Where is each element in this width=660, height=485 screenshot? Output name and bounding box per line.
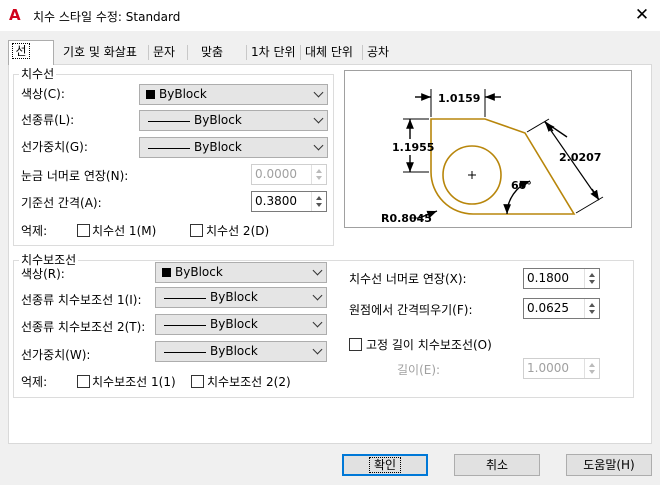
suppress-dimline2-checkbox[interactable] (190, 224, 203, 237)
tab-separator (246, 45, 247, 60)
fixed-length-label: 고정 길이 치수보조선(O) (366, 338, 492, 352)
chevron-down-icon (312, 344, 323, 355)
cancel-button[interactable]: 취소 (454, 454, 540, 476)
tab-tolerances[interactable]: 공차 (365, 42, 391, 64)
tab-alternate-units[interactable]: 대체 단위 (303, 42, 355, 64)
dim-linetype-label: 선종류(L): (21, 113, 75, 127)
suppress-extline1-checkbox[interactable] (77, 375, 90, 388)
baseline-spacing-label: 기준선 간격(A): (21, 196, 102, 210)
ext-suppress-label: 억제: (21, 375, 48, 389)
group-label-dimension-lines: 치수선 (19, 67, 57, 81)
extend-ticks-label: 눈금 너머로 연장(N): (21, 169, 129, 183)
line-sample (164, 352, 206, 353)
ext-lineweight-label: 선가중치(W): (21, 348, 91, 362)
line-sample (164, 298, 206, 299)
spin-up-icon (316, 196, 322, 200)
autocad-a-icon: A (9, 6, 21, 24)
tab-text[interactable]: 문자 (151, 42, 177, 64)
baseline-spacing-input[interactable]: 0.3800 (251, 191, 327, 212)
spin-down-icon (589, 280, 595, 284)
chevron-down-icon (312, 317, 323, 328)
tab-fit[interactable]: 맞춤 (199, 42, 225, 64)
line-sample (164, 325, 206, 326)
ext-linetype2-label: 선종류 치수보조선 2(T): (21, 320, 146, 334)
tab-lines[interactable]: 선 (8, 40, 54, 65)
preview-dim-top: 1.0159 (438, 92, 480, 105)
preview-dim-left: 1.1955 (392, 141, 434, 154)
extend-beyond-input[interactable]: 0.1800 (523, 268, 600, 289)
chevron-down-icon (313, 87, 324, 98)
suppress-dimline1-checkbox[interactable] (77, 224, 90, 237)
chevron-down-icon (313, 140, 324, 151)
tab-symbols-arrows[interactable]: 기호 및 화살표 (61, 42, 139, 64)
dim-color-dropdown[interactable]: ByBlock (139, 84, 328, 105)
extend-ticks-input[interactable]: 0.0000 (251, 164, 327, 185)
preview-dim-radius: R0.8045 (381, 212, 432, 225)
chevron-down-icon (313, 113, 324, 124)
ext-color-label: 색상(R): (21, 267, 65, 281)
color-swatch (162, 268, 171, 277)
dim-color-label: 색상(C): (21, 87, 65, 101)
fixed-length-checkbox[interactable] (349, 338, 362, 351)
dim-lineweight-dropdown[interactable]: ByBlock (139, 137, 328, 158)
suppress-extline1-label: 치수보조선 1(1) (92, 375, 176, 389)
tab-separator (362, 45, 363, 60)
length-label: 길이(E): (397, 363, 441, 377)
window-title: 치수 스타일 수정: Standard (33, 10, 181, 24)
dim-lineweight-label: 선가중치(G): (21, 140, 88, 154)
spin-down-icon (589, 370, 595, 374)
ext-linetype2-dropdown[interactable]: ByBlock (155, 314, 327, 335)
line-sample (148, 121, 190, 122)
spin-down-icon (316, 176, 322, 180)
suppress-extline2-label: 치수보조선 2(2) (207, 375, 291, 389)
tab-separator (300, 45, 301, 60)
chevron-down-icon (312, 290, 323, 301)
close-button[interactable]: ✕ (628, 2, 656, 28)
suppress-dimline1-label: 치수선 1(M) (92, 224, 157, 238)
spin-up-icon (589, 363, 595, 367)
tab-primary-units[interactable]: 1차 단위 (249, 42, 298, 64)
suppress-dimline2-label: 치수선 2(D) (206, 224, 270, 238)
tab-separator (187, 45, 188, 60)
color-swatch (146, 90, 155, 99)
preview-pane: 1.0159 1.1955 2.0207 60° R0.8045 (344, 70, 632, 228)
dim-suppress-label: 억제: (21, 224, 48, 238)
help-button[interactable]: 도움말(H) (566, 454, 652, 476)
line-sample (148, 148, 190, 149)
dim-linetype-dropdown[interactable]: ByBlock (139, 110, 328, 131)
offset-origin-label: 원점에서 간격띄우기(F): (349, 303, 473, 317)
tab-separator (148, 45, 149, 60)
preview-dim-angle: 60° (511, 179, 532, 192)
spin-down-icon (589, 310, 595, 314)
group-label-extension-lines: 치수보조선 (19, 253, 79, 267)
extend-beyond-label: 치수선 너머로 연장(X): (349, 272, 467, 286)
ext-linetype1-dropdown[interactable]: ByBlock (155, 287, 327, 308)
dimension-preview-drawing: 1.0159 1.1955 2.0207 60° R0.8045 (381, 89, 604, 225)
spin-up-icon (589, 273, 595, 277)
ok-button[interactable]: 확인 (342, 454, 428, 476)
suppress-extline2-checkbox[interactable] (191, 375, 204, 388)
ext-linetype1-label: 선종류 치수보조선 1(I): (21, 293, 142, 307)
offset-origin-input[interactable]: 0.0625 (523, 298, 600, 319)
spin-up-icon (589, 303, 595, 307)
spin-up-icon (316, 169, 322, 173)
ext-lineweight-dropdown[interactable]: ByBlock (155, 341, 327, 362)
chevron-down-icon (312, 265, 323, 276)
ext-color-dropdown[interactable]: ByBlock (155, 262, 327, 283)
spin-down-icon (316, 203, 322, 207)
length-input[interactable]: 1.0000 (523, 358, 600, 379)
preview-dim-right: 2.0207 (559, 151, 601, 164)
